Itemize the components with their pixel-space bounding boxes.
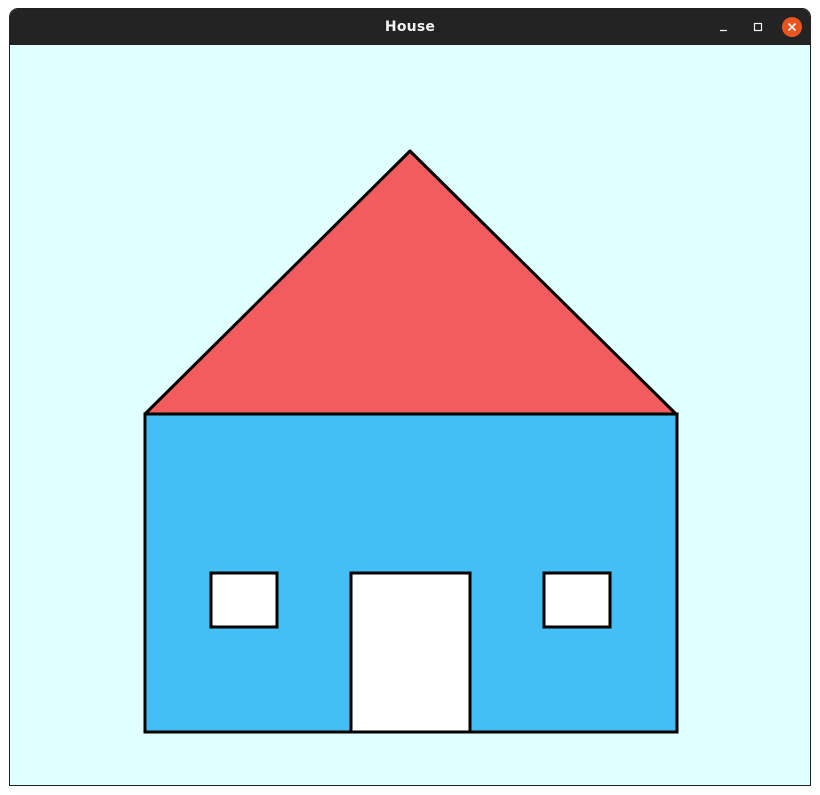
app-window: House: [10, 9, 810, 785]
roof-triangle: [143, 149, 678, 416]
minimize-icon: [720, 29, 727, 32]
drawing-canvas[interactable]: [10, 45, 810, 785]
maximize-button[interactable]: [748, 17, 768, 37]
left-window: [209, 571, 279, 629]
right-window: [542, 571, 612, 629]
close-button[interactable]: [782, 17, 802, 37]
close-icon: [787, 22, 797, 32]
window-title: House: [384, 19, 436, 35]
house-drawing: [143, 149, 679, 734]
minimize-button[interactable]: [714, 17, 734, 37]
house-door: [349, 571, 472, 734]
maximize-icon: [753, 22, 763, 32]
title-bar[interactable]: House: [10, 9, 810, 45]
